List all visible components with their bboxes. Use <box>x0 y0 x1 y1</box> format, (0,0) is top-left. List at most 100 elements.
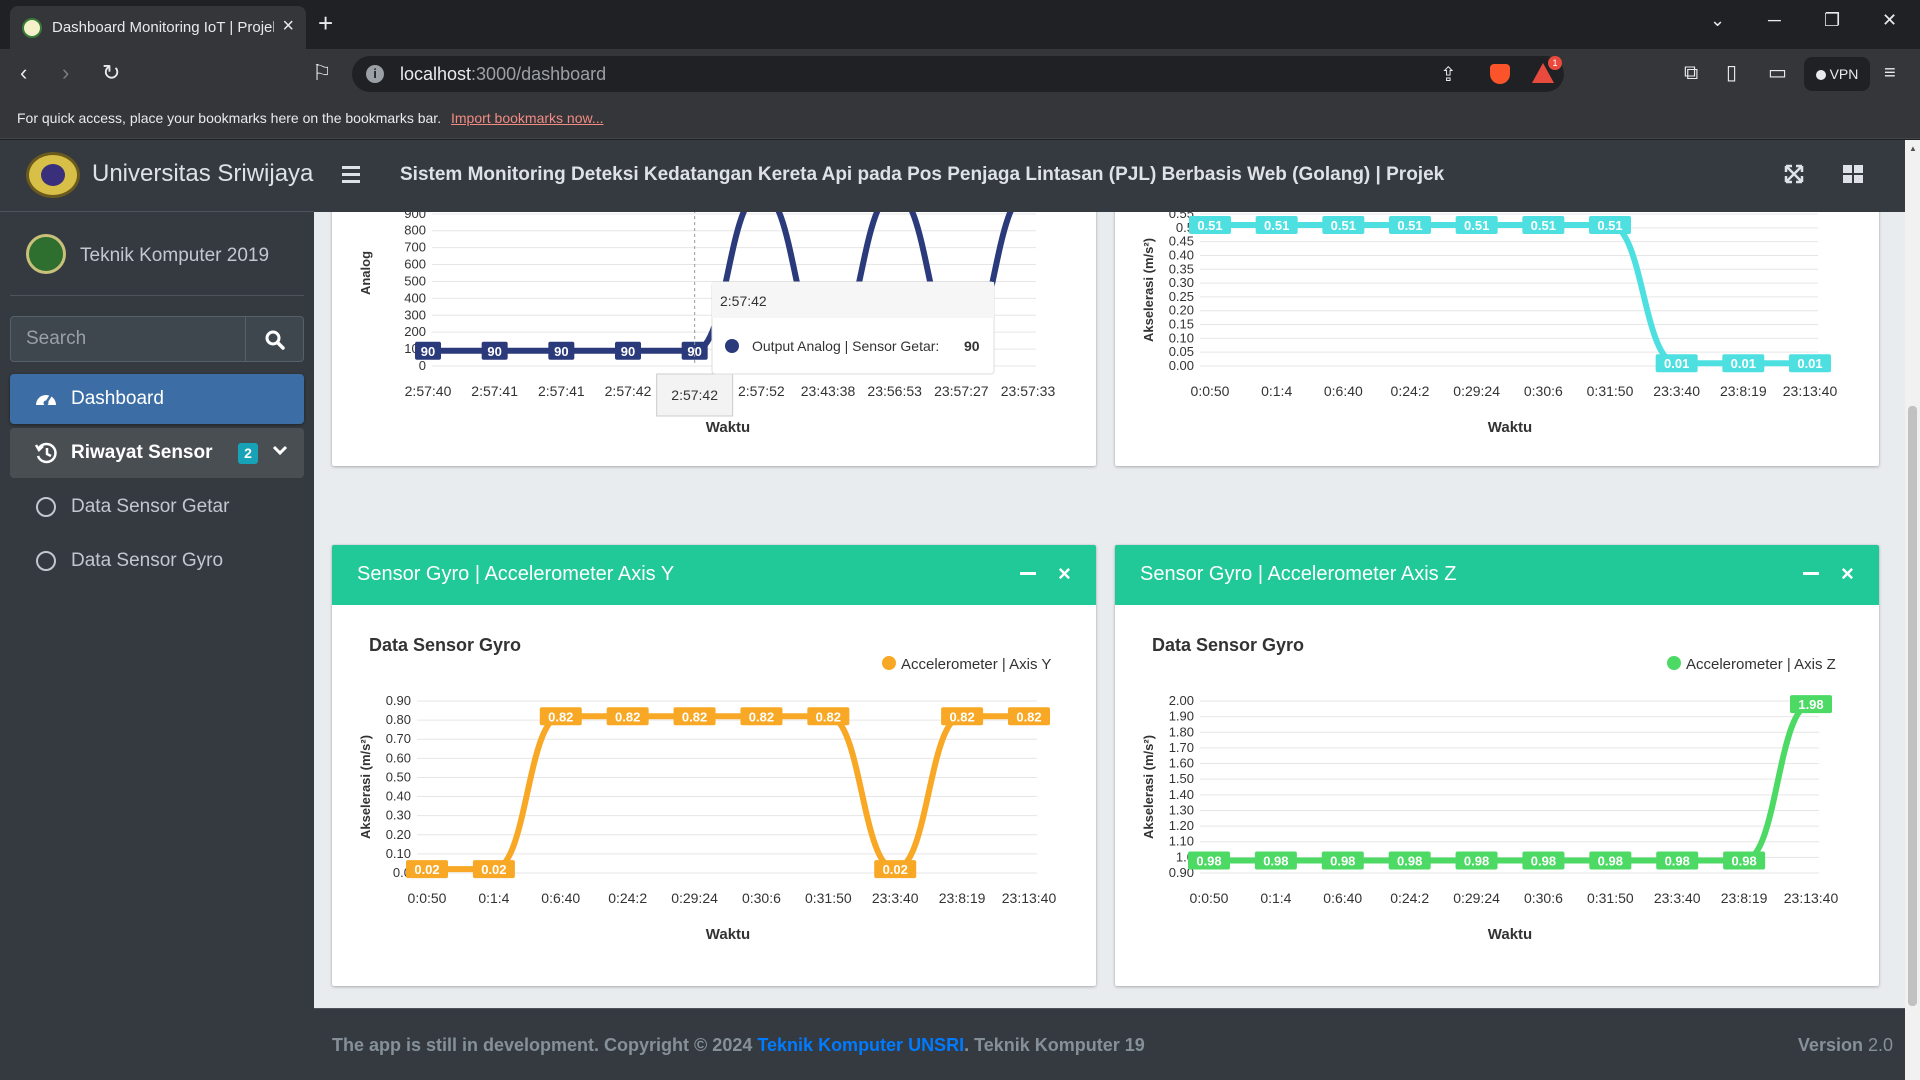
new-tab-icon[interactable]: + <box>318 8 333 38</box>
y-tick-label: 1.30 <box>1169 802 1194 817</box>
brand-link[interactable]: Universitas Sriwijaya <box>0 140 314 212</box>
footer-link[interactable]: Teknik Komputer UNSRI <box>757 1035 964 1055</box>
y-tick-label: 0.30 <box>1169 275 1194 290</box>
x-tick-label: 0:24:2 <box>1391 383 1430 399</box>
user-name[interactable]: Teknik Komputer 2019 <box>80 245 269 267</box>
sidebar-item-data-sensor-getar[interactable]: Data Sensor Getar <box>10 482 304 532</box>
x-tick-label: 0:0:50 <box>1190 890 1229 906</box>
x-tick-label: 0:29:24 <box>671 890 718 906</box>
footer-version: Version 2.0 <box>1797 1035 1893 1055</box>
notification-badge: 1 <box>1548 56 1562 70</box>
app-footer: The app is still in development. Copyrig… <box>314 1008 1905 1080</box>
grid-icon[interactable] <box>1842 164 1864 184</box>
search-input[interactable] <box>10 316 246 362</box>
card-analog: 0100200300400500600700800900100011002:57… <box>332 172 1096 466</box>
y-tick-label: 0.15 <box>1169 317 1194 332</box>
search-button[interactable] <box>246 316 304 362</box>
circle-icon <box>36 497 56 517</box>
card-axis-z: Sensor Gyro | Accelerometer Axis Z × Dat… <box>1115 545 1879 986</box>
share-icon[interactable]: ⇪ <box>1440 62 1457 87</box>
x-axis-label: Waktu <box>706 926 750 943</box>
brave-shield-icon[interactable] <box>1490 64 1510 84</box>
scroll-thumb[interactable] <box>1908 406 1917 1006</box>
x-tick-label: 0:1:4 <box>478 890 509 906</box>
data-label: 0.98 <box>1531 853 1556 868</box>
back-icon[interactable]: ‹ <box>20 60 27 86</box>
menu-icon[interactable]: ≡ <box>1884 62 1896 84</box>
data-label: 0.82 <box>816 709 841 724</box>
sidebar-search <box>10 316 304 362</box>
y-tick-label: 1.50 <box>1169 771 1194 786</box>
close-tab-icon[interactable]: × <box>282 15 294 37</box>
data-label: 0.01 <box>1797 356 1822 371</box>
y-tick-label: 200 <box>404 324 426 339</box>
y-tick-label: 0.10 <box>1169 330 1194 345</box>
url-text[interactable]: localhost:3000/dashboard <box>400 64 606 85</box>
fullscreen-icon[interactable] <box>1784 164 1804 184</box>
sidebar-toggle-icon[interactable]: ▯ <box>1726 62 1737 84</box>
y-tick-label: 0 <box>419 358 426 373</box>
tab-search-icon[interactable]: ⌄ <box>1710 10 1725 30</box>
sidebar-item-data-sensor-gyro[interactable]: Data Sensor Gyro <box>10 536 304 586</box>
import-bookmarks-link[interactable]: Import bookmarks now... <box>451 110 604 126</box>
vpn-button[interactable]: VPN <box>1804 57 1870 91</box>
sidebar: Universitas Sriwijaya Teknik Komputer 20… <box>0 140 314 1080</box>
data-label: 90 <box>621 344 635 359</box>
x-tick-label: 2:57:42 <box>605 383 652 399</box>
sidebar-item-riwayat-sensor[interactable]: Riwayat Sensor 2 <box>10 428 304 478</box>
user-panel: Teknik Komputer 2019 <box>10 212 304 296</box>
card-axis-y: Sensor Gyro | Accelerometer Axis Y × Dat… <box>332 545 1096 986</box>
wallet-icon[interactable]: ▭ <box>1768 62 1787 84</box>
scroll-up-icon[interactable]: ▲ <box>1909 144 1917 153</box>
x-tick-label: 2:57:40 <box>405 383 452 399</box>
data-label: 90 <box>554 344 568 359</box>
forward-icon[interactable]: › <box>62 60 69 86</box>
reload-icon[interactable]: ↻ <box>102 60 120 86</box>
x-tick-label: 0:0:50 <box>1191 383 1230 399</box>
hamburger-icon[interactable] <box>342 166 360 187</box>
y-tick-label: 1.70 <box>1169 740 1194 755</box>
data-label: 0.82 <box>749 709 774 724</box>
y-tick-label: 0.20 <box>1169 303 1194 318</box>
restore-icon[interactable]: ❐ <box>1824 10 1840 30</box>
page-title: Sistem Monitoring Deteksi Kedatangan Ker… <box>400 164 1445 185</box>
data-label: 0.82 <box>1016 709 1041 724</box>
extensions-icon[interactable]: ⧉ <box>1684 62 1698 84</box>
chart-axis-z: 0.901.01.101.201.301.401.501.601.701.801… <box>1141 693 1838 943</box>
x-tick-label: 23:8:19 <box>939 890 986 906</box>
y-tick-label: 800 <box>404 223 426 238</box>
x-tick-label: 23:13:40 <box>1002 890 1057 906</box>
y-axis-label: Akselerasi (m/s²) <box>1141 238 1156 342</box>
x-tick-label: 0:6:40 <box>541 890 580 906</box>
close-window-icon[interactable]: ✕ <box>1882 10 1897 30</box>
x-tick-label: 0:6:40 <box>1324 383 1363 399</box>
y-tick-label: 1.10 <box>1169 834 1194 849</box>
y-tick-label: 0.45 <box>1169 234 1194 249</box>
data-label: 0.98 <box>1464 853 1489 868</box>
address-bar[interactable]: i localhost:3000/dashboard ⇪ 1 <box>352 56 1564 92</box>
sidebar-item-label: Dashboard <box>71 388 164 409</box>
bookmark-icon[interactable]: ⚐ <box>312 60 332 86</box>
y-tick-label: 0.50 <box>386 769 411 784</box>
sidebar-item-dashboard[interactable]: Dashboard <box>10 374 304 424</box>
y-tick-label: 300 <box>404 307 426 322</box>
page-scrollbar[interactable]: ▲ <box>1905 140 1920 1080</box>
count-badge: 2 <box>238 443 258 464</box>
favicon-icon <box>22 18 42 38</box>
chart-axis-x: 0.000.050.100.150.200.250.300.350.400.45… <box>1141 206 1837 436</box>
site-info-icon[interactable]: i <box>366 65 384 83</box>
y-tick-label: 600 <box>404 257 426 272</box>
y-tick-label: 0.05 <box>1169 344 1194 359</box>
browser-tab[interactable]: Dashboard Monitoring IoT | Projek × <box>10 6 306 49</box>
sidebar-item-label: Data Sensor Getar <box>71 496 230 517</box>
x-tick-label: 0:6:40 <box>1323 890 1362 906</box>
page-viewport: 0100200300400500600700800900100011002:57… <box>0 140 1920 1080</box>
minimize-icon[interactable]: ─ <box>1768 10 1781 30</box>
y-tick-label: 0.60 <box>386 750 411 765</box>
tooltip-value: 90 <box>964 338 980 354</box>
data-label: 0.98 <box>1397 853 1422 868</box>
x-tick-label: 2:57:52 <box>738 383 785 399</box>
x-tick-label: 23:3:40 <box>872 890 919 906</box>
data-label: 0.98 <box>1598 853 1623 868</box>
series-line <box>1210 222 1810 367</box>
